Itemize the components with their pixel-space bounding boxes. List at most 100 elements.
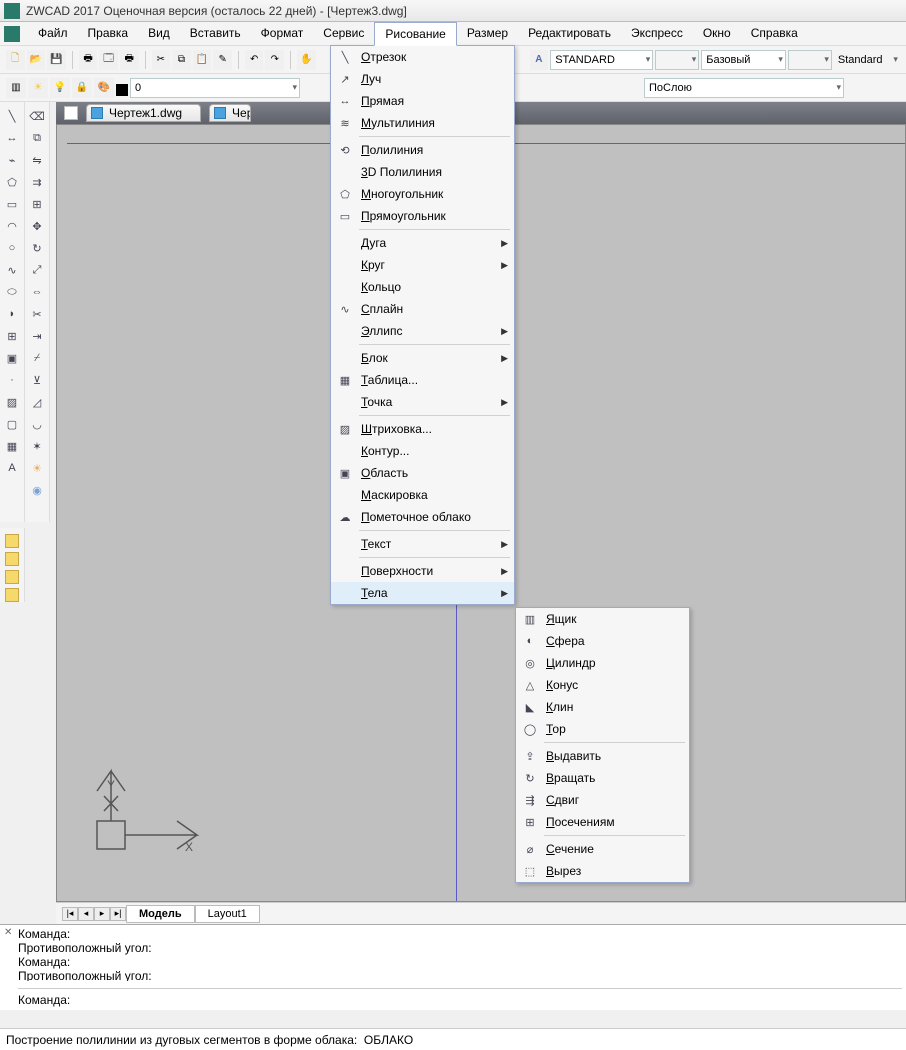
arc-icon[interactable]: ◠ [2, 216, 22, 236]
menu-рисование[interactable]: Рисование [374, 22, 456, 46]
textstyle-icon[interactable]: A [530, 50, 549, 70]
mtext-icon[interactable]: A [2, 458, 22, 478]
menu-окно[interactable]: Окно [693, 22, 741, 46]
layer-color-swatch[interactable] [116, 84, 128, 96]
menu-item-круг[interactable]: Круг▶ [331, 254, 514, 276]
menu-размер[interactable]: Размер [457, 22, 518, 46]
menu-item-конус[interactable]: △Конус [516, 674, 689, 696]
menu-item-прямоугольник[interactable]: ▭Прямоугольник [331, 205, 514, 227]
layer-dropdown[interactable]: 0 [130, 78, 300, 98]
layer-freeze-icon[interactable]: ☀ [28, 78, 48, 98]
line-icon[interactable]: ╲ [2, 106, 22, 126]
command-prompt[interactable]: Команда: [18, 988, 902, 1006]
layer-color-icon[interactable]: 🎨 [94, 78, 114, 98]
scale-icon[interactable]: ⤢ [27, 260, 47, 280]
menu-item-посечениям[interactable]: ⊞Посечениям [516, 811, 689, 833]
rotate-icon[interactable]: ↻ [27, 238, 47, 258]
menu-сервис[interactable]: Сервис [313, 22, 374, 46]
menu-правка[interactable]: Правка [78, 22, 139, 46]
menu-item-эллипс[interactable]: Эллипс▶ [331, 320, 514, 342]
table-icon[interactable]: ▦ [2, 436, 22, 456]
menu-item-сфера[interactable]: ◐Сфера [516, 630, 689, 652]
menu-item-полилиния[interactable]: ⟲Полилиния [331, 139, 514, 161]
menu-item-блок[interactable]: Блок▶ [331, 347, 514, 369]
menu-item-ящик[interactable]: ▥Ящик [516, 608, 689, 630]
circle-icon[interactable]: ○ [2, 238, 22, 258]
menu-item-прямая[interactable]: ↔Прямая [331, 90, 514, 112]
print-button[interactable]: 🖶 [79, 50, 98, 70]
menu-item-мультилиния[interactable]: ≋Мультилиния [331, 112, 514, 134]
bylayer-color-dropdown[interactable]: ПоСлою [644, 78, 844, 98]
hatch-icon[interactable]: ▨ [2, 392, 22, 412]
layerstate-3-icon[interactable] [5, 570, 19, 584]
plot-publish-button[interactable]: 🖶 [120, 50, 139, 70]
menu-item-луч[interactable]: ↗Луч [331, 68, 514, 90]
close-icon[interactable]: ✕ [4, 927, 12, 938]
doc-tab-2[interactable]: Черт [209, 104, 251, 122]
tab-nav-first[interactable]: |◂ [62, 907, 78, 921]
save-button[interactable]: 💾 [47, 50, 66, 70]
block-icon[interactable]: ▣ [2, 348, 22, 368]
match-prop-button[interactable]: ✎ [213, 50, 232, 70]
ellipse-arc-icon[interactable]: ◗ [2, 304, 22, 324]
menu-item-тела[interactable]: Тела▶ [331, 582, 514, 604]
layer-lock-icon[interactable]: 🔒 [72, 78, 92, 98]
tab-nav-next[interactable]: ▸ [94, 907, 110, 921]
menu-редактировать[interactable]: Редактировать [518, 22, 621, 46]
menu-item-многоугольник[interactable]: ⬠Многоугольник [331, 183, 514, 205]
menu-вид[interactable]: Вид [138, 22, 180, 46]
menu-item-область[interactable]: ▣Область [331, 462, 514, 484]
pin-icon[interactable] [64, 106, 78, 120]
menu-item-контур[interactable]: Контур... [331, 440, 514, 462]
menu-справка[interactable]: Справка [741, 22, 808, 46]
dim-style-dropdown[interactable]: Базовый [701, 50, 786, 70]
menu-item-вырез[interactable]: ⬚Вырез [516, 860, 689, 882]
point-icon[interactable]: · [2, 370, 22, 390]
dim-style-slot-dropdown[interactable] [655, 50, 699, 70]
copy-tool-icon[interactable]: ⧉ [27, 128, 47, 148]
region-icon[interactable]: ▢ [2, 414, 22, 434]
menu-item-таблица[interactable]: ▦Таблица... [331, 369, 514, 391]
redo-button[interactable]: ↷ [265, 50, 284, 70]
menu-item-цилиндр[interactable]: ◎Цилиндр [516, 652, 689, 674]
menu-item-поверхности[interactable]: Поверхности▶ [331, 560, 514, 582]
menu-item-3d полилиния[interactable]: 3D Полилиния [331, 161, 514, 183]
spline-icon[interactable]: ∿ [2, 260, 22, 280]
move-icon[interactable]: ✥ [27, 216, 47, 236]
explode-icon[interactable]: ✶ [27, 436, 47, 456]
menu-item-вращать[interactable]: ↻Вращать [516, 767, 689, 789]
menu-item-сечение[interactable]: ⌀Сечение [516, 838, 689, 860]
menu-item-отрезок[interactable]: ╲Отрезок [331, 46, 514, 68]
render-icon[interactable]: ◉ [27, 480, 47, 500]
layerstate-1-icon[interactable] [5, 534, 19, 548]
layer-mgr-button[interactable]: ▥ [6, 78, 26, 98]
text-style-dropdown[interactable]: STANDARD [550, 50, 653, 70]
pline-icon[interactable]: ⌁ [2, 150, 22, 170]
doc-tab-1[interactable]: Чертеж1.dwg [86, 104, 201, 122]
rect-icon[interactable]: ▭ [2, 194, 22, 214]
menu-вставить[interactable]: Вставить [180, 22, 251, 46]
mirror-icon[interactable]: ⇋ [27, 150, 47, 170]
join-icon[interactable]: ⊻ [27, 370, 47, 390]
menu-item-тор[interactable]: ◯Тор [516, 718, 689, 740]
table-style-slot-dropdown[interactable] [788, 50, 832, 70]
break-icon[interactable]: ⌿ [27, 348, 47, 368]
menu-item-кольцо[interactable]: Кольцо [331, 276, 514, 298]
copy-button[interactable]: ⧉ [172, 50, 191, 70]
menu-item-пометочное облако[interactable]: ☁Пометочное облако [331, 506, 514, 528]
tab-model[interactable]: Модель [126, 905, 195, 923]
tab-nav-last[interactable]: ▸| [110, 907, 126, 921]
menu-экспресс[interactable]: Экспресс [621, 22, 693, 46]
polygon-icon[interactable]: ⬠ [2, 172, 22, 192]
menu-item-сдвиг[interactable]: ⇶Сдвиг [516, 789, 689, 811]
chamfer-icon[interactable]: ◿ [27, 392, 47, 412]
print-preview-button[interactable]: 🗔 [99, 50, 118, 70]
pan-button[interactable]: ✋ [297, 50, 316, 70]
menu-item-клин[interactable]: ◣Клин [516, 696, 689, 718]
menu-item-текст[interactable]: Текст▶ [331, 533, 514, 555]
menu-файл[interactable]: Файл [28, 22, 78, 46]
ellipse-icon[interactable]: ⬭ [2, 282, 22, 302]
offset-icon[interactable]: ⇉ [27, 172, 47, 192]
menu-item-маскировка[interactable]: Маскировка [331, 484, 514, 506]
table-style-dropdown[interactable]: Standard [834, 50, 900, 70]
